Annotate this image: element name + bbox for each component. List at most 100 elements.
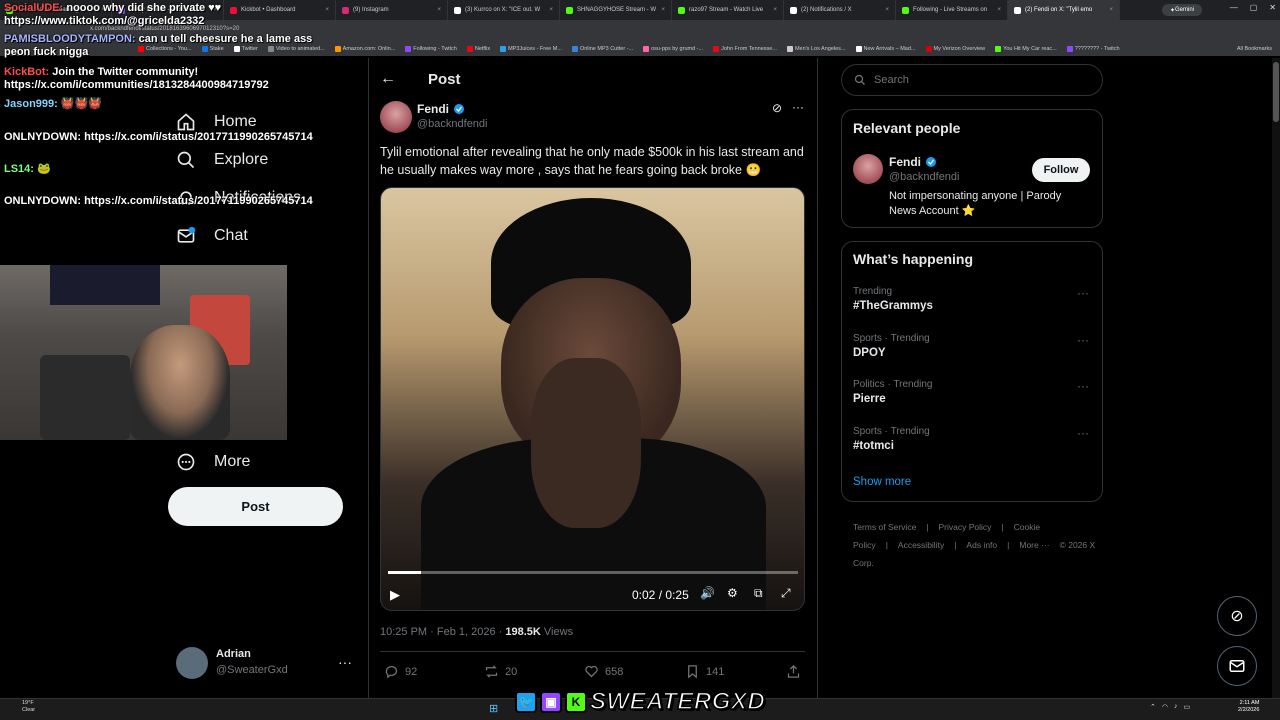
post-button[interactable]: Post [168,487,343,526]
chat-user: PAMISBLOODYTAMPON: [4,33,136,45]
share-button[interactable] [786,664,801,679]
browser-tab[interactable]: Following - Live Streams on × [896,0,1008,20]
footer-link[interactable]: Terms of Service [853,522,916,532]
tab-close-icon[interactable]: × [773,7,777,13]
relevant-person-handle[interactable]: @backndfendi [889,171,960,183]
bookmark-item[interactable]: New Arrivals – Mad... [855,46,916,52]
bookmark-item[interactable]: Men's Los Angeles... [786,46,846,52]
battery-icon[interactable]: ▭ [1183,703,1190,711]
tab-close-icon[interactable]: × [437,7,441,13]
gemini-button[interactable]: ✦ Gemini [1162,4,1202,16]
trend-more-icon[interactable]: ··· [1077,286,1089,300]
post-time[interactable]: 10:25 PM [380,626,427,638]
close-icon[interactable]: ✕ [1269,3,1276,17]
pip-icon[interactable]: ⧉ [754,586,763,601]
bookmark-item[interactable]: You Hit My Car reac... [995,46,1057,52]
trend-more-icon[interactable]: ··· [1077,426,1089,440]
tab-close-icon[interactable]: × [997,7,1001,13]
browser-tab[interactable]: (2) Fendi on X: "Tylil emo × [1008,0,1120,20]
repost-button[interactable]: 20 [484,664,517,679]
bookmark-item[interactable]: Following - Twitch [405,46,457,52]
chevron-up-icon[interactable]: ⌃ [1150,703,1156,711]
scrollbar-thumb[interactable] [1273,62,1279,122]
relevant-people-title: Relevant people [853,120,961,136]
fullscreen-icon[interactable]: ⤢ [781,586,791,601]
tab-close-icon[interactable]: × [885,7,889,13]
nav-chat[interactable]: Chat [176,226,248,246]
reply-count: 92 [405,665,418,678]
settings-gear-icon[interactable]: ⚙ [727,586,738,600]
post-date[interactable]: Feb 1, 2026 [437,626,496,638]
post-more-icon[interactable]: ··· [792,100,804,114]
tab-close-icon[interactable]: × [549,7,553,13]
play-icon[interactable]: ▶ [390,587,400,603]
author-name[interactable]: Fendi [417,102,465,116]
like-button[interactable]: 658 [584,664,623,679]
bookmark-item[interactable]: Netflix [466,46,490,52]
reply-button[interactable]: 92 [384,664,417,679]
trend-item[interactable]: #totmci [853,440,894,452]
avatar[interactable] [853,154,883,184]
bookmark-item[interactable]: osu-pps by grumd -... [643,46,703,52]
browser-tab[interactable]: (9) Instagram × [336,0,448,20]
more-circle-icon [177,453,195,471]
video-progress-bar[interactable] [388,571,798,574]
grok-icon[interactable]: ⊘ [772,101,782,115]
maximize-icon[interactable]: ▢ [1250,3,1258,17]
bookmark-item[interactable]: John From Tennesse... [713,46,777,52]
minimize-icon[interactable]: — [1230,3,1238,17]
account-more-icon[interactable]: ··· [338,654,352,670]
heart-icon [585,665,598,678]
whats-happening-title: What’s happening [853,251,974,267]
bookmark-item[interactable]: Online MP3 Cutter -... [571,46,633,52]
browser-tab[interactable]: SHNAGGYHOSE Stream - W × [560,0,672,20]
wifi-icon[interactable]: ◠ [1162,703,1168,711]
trend-category: Sports · Trending [853,333,930,344]
trend-item[interactable]: #TheGrammys [853,300,933,312]
envelope-icon [1229,660,1245,672]
follow-button[interactable]: Follow [1032,158,1090,182]
taskbar-clock[interactable]: 2:11 AM 2/2/2026 [1238,700,1259,714]
bookmark-favicon-icon [466,46,473,52]
trend-more-icon[interactable]: ··· [1077,379,1089,393]
bookmark-item[interactable]: Amazon.com: Onlin... [334,46,395,52]
scrollbar[interactable] [1272,58,1280,698]
search-input[interactable]: Search [841,64,1103,96]
tab-close-icon[interactable]: × [661,7,665,13]
footer-link[interactable]: Privacy Policy [939,522,992,532]
verified-badge-icon [926,157,936,167]
author-avatar[interactable] [380,101,412,133]
chat-line: ONLNYDOWN: https://x.com/i/status/201771… [4,195,334,208]
relevant-person-name[interactable]: Fendi [889,155,937,169]
footer-link[interactable]: Accessibility [898,540,944,550]
video-player[interactable] [380,187,805,611]
grok-button[interactable]: ⊘ [1217,596,1257,636]
avatar[interactable] [176,647,208,679]
trend-item[interactable]: Pierre [853,393,886,405]
trend-more-icon[interactable]: ··· [1077,333,1089,347]
bookmark-button[interactable]: 141 [685,664,724,679]
messages-button[interactable] [1217,646,1257,686]
browser-tab[interactable]: razo97 Stream - Watch Live × [672,0,784,20]
bookmark-item[interactable]: ???????? - Twitch [1066,46,1120,52]
show-more-link[interactable]: Show more [853,476,911,488]
browser-tab[interactable]: (2) Notifications / X × [784,0,896,20]
speaker-icon[interactable]: ♪ [1174,703,1178,711]
author-handle[interactable]: @backndfendi [417,118,488,130]
all-bookmarks-button[interactable]: All Bookmarks [1237,46,1280,52]
windows-start-icon[interactable]: ⊞ [489,702,498,715]
back-arrow-icon[interactable]: ← [380,70,396,88]
bookmark-item[interactable]: My Verizon Overview [925,46,985,52]
browser-tab[interactable]: (3) Kurrco on X: "ICE out. W × [448,0,560,20]
trend-item[interactable]: DPOY [853,347,886,359]
bookmark-item[interactable]: MP3Juices - Free M... [500,46,562,52]
nav-home[interactable]: Home [176,112,257,132]
volume-icon[interactable]: 🔊 [700,586,715,600]
trend-category: Politics · Trending [853,379,933,390]
weather-widget[interactable]: 19°F Clear [22,700,35,714]
tab-close-icon[interactable]: × [1109,7,1113,13]
footer-link[interactable]: More ··· [1019,540,1049,550]
nav-more[interactable]: More [176,452,250,472]
footer-links: Terms of Service | Privacy Policy | Cookie P… [853,518,1103,572]
footer-link[interactable]: Ads info [966,540,997,550]
